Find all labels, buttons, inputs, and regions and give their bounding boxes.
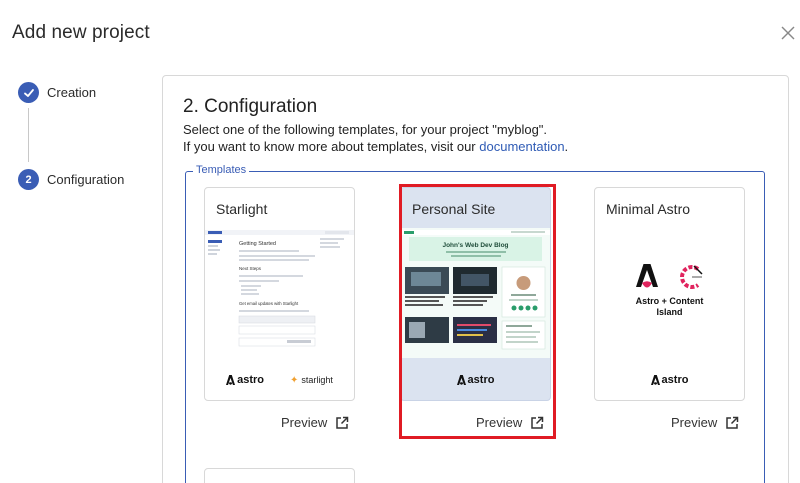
astro-large-icon — [635, 264, 658, 288]
section-title: 2. Configuration — [183, 96, 318, 117]
preview-label: Preview — [476, 415, 523, 430]
astro-logo: astro — [650, 374, 689, 386]
astro-logo: astro — [226, 374, 264, 386]
documentation-link[interactable]: documentation — [479, 139, 564, 154]
template-card-personal-site[interactable]: Personal Site John's Web Dev Blog astro — [400, 187, 551, 401]
thumb-subheading-2: Get email updates with Starlight — [239, 301, 299, 306]
content-island-icon — [679, 265, 703, 289]
card-title: Starlight — [216, 201, 268, 217]
description-prefix: If you want to know more about templates… — [183, 139, 480, 154]
step-connector — [28, 108, 29, 162]
caption-astro: Astro — [635, 296, 660, 306]
description-line-2: If you want to know more about templates… — [183, 139, 568, 154]
card-logos: astro — [401, 374, 550, 386]
step-configuration[interactable]: 2 Configuration — [18, 169, 124, 190]
caption-plus: + — [661, 296, 667, 306]
minimal-astro-artwork: Astro + Content Island — [595, 264, 744, 318]
astro-icon — [456, 374, 466, 385]
description-suffix: . — [564, 139, 569, 154]
template-card-minimal-astro[interactable]: Minimal Astro Astro + Content Island ast… — [594, 187, 745, 401]
dialog-title: Add new project — [12, 22, 150, 43]
card-logos: astro — [595, 374, 744, 386]
minimal-caption: Astro + Content Island — [636, 296, 704, 318]
astro-logo-text: astro — [467, 374, 495, 386]
starlight-thumbnail: Getting Started Next Steps Get email upd… — [205, 228, 354, 358]
star-icon: ✦ — [290, 374, 299, 386]
preview-button-personal-site[interactable]: Preview — [476, 415, 544, 430]
preview-button-minimal-astro[interactable]: Preview — [671, 415, 739, 430]
close-icon[interactable] — [779, 24, 797, 42]
minimal-icons — [635, 264, 704, 290]
template-card-partial[interactable] — [204, 468, 355, 483]
template-card-starlight[interactable]: Starlight Getting Started Next Steps Get… — [204, 187, 355, 401]
caption-island: Island — [656, 307, 683, 317]
starlight-logo: ✦ starlight — [290, 375, 333, 386]
external-link-icon — [336, 416, 349, 429]
external-link-icon — [531, 416, 544, 429]
personal-site-thumbnail: John's Web Dev Blog — [401, 228, 550, 358]
astro-logo-text: astro — [661, 374, 689, 386]
external-link-icon — [726, 416, 739, 429]
card-logos: astro ✦ starlight — [205, 374, 354, 386]
preview-label: Preview — [671, 415, 718, 430]
astro-icon — [650, 374, 660, 385]
step-number: 2 — [18, 169, 39, 190]
preview-label: Preview — [281, 415, 328, 430]
starlight-logo-text: starlight — [301, 375, 333, 385]
astro-logo: astro — [456, 374, 495, 386]
thumb-heading: Getting Started — [239, 241, 276, 247]
step-label-configuration: Configuration — [47, 172, 125, 187]
thumb-blog-title: John's Web Dev Blog — [442, 242, 508, 249]
card-title: Personal Site — [412, 201, 496, 217]
templates-legend: Templates — [193, 164, 250, 176]
thumb-subheading-1: Next Steps — [239, 266, 262, 271]
caption-content: Content — [669, 296, 704, 306]
description-line-1: Select one of the following templates, f… — [183, 122, 548, 137]
card-title: Minimal Astro — [606, 201, 691, 217]
astro-logo-text: astro — [237, 374, 264, 386]
step-creation[interactable]: Creation — [18, 82, 96, 103]
step-label-creation: Creation — [47, 85, 97, 100]
check-icon — [18, 82, 39, 103]
astro-icon — [226, 374, 236, 385]
preview-button-starlight[interactable]: Preview — [281, 415, 349, 430]
